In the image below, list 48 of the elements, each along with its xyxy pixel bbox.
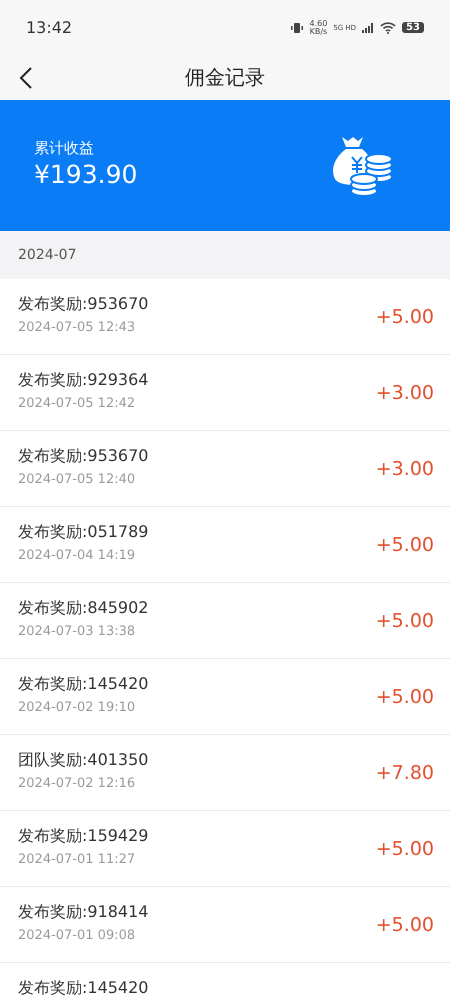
record-row[interactable]: 团队奖励:401350 2024-07-02 12:16 +7.80 — [0, 735, 450, 811]
record-title: 发布奖励:159429 — [18, 826, 148, 847]
record-time: 2024-07-01 09:08 — [18, 928, 136, 943]
status-time: 13:42 — [26, 18, 72, 37]
record-time: 2024-07-02 12:16 — [18, 776, 136, 791]
record-title: 发布奖励:953670 — [18, 446, 148, 467]
record-amount: +3.00 — [376, 458, 434, 480]
record-amount: +5.00 — [376, 686, 434, 708]
record-row[interactable]: 发布奖励:051789 2024-07-04 14:19 +5.00 — [0, 507, 450, 583]
month-header: 2024-07 — [0, 231, 450, 279]
record-title: 发布奖励:145420 — [18, 674, 148, 695]
record-time: 2024-07-04 14:19 — [18, 548, 136, 563]
record-time: 2024-07-05 12:40 — [18, 472, 136, 487]
record-title: 发布奖励:953670 — [18, 294, 148, 315]
record-row[interactable]: 发布奖励:953670 2024-07-05 12:43 +5.00 — [0, 279, 450, 355]
summary-amount: ¥193.90 — [34, 160, 138, 188]
record-title: 发布奖励:845902 — [18, 598, 148, 619]
record-title: 团队奖励:401350 — [18, 750, 148, 771]
record-time: 2024-07-05 12:42 — [18, 396, 136, 411]
record-row[interactable]: 发布奖励:953670 2024-07-05 12:40 +3.00 — [0, 431, 450, 507]
record-title: 发布奖励:929364 — [18, 370, 148, 391]
record-amount: +5.00 — [376, 534, 434, 556]
record-row[interactable]: 发布奖励:845902 2024-07-03 13:38 +5.00 — [0, 583, 450, 659]
record-row[interactable]: 发布奖励:159429 2024-07-01 11:27 +5.00 — [0, 811, 450, 887]
record-amount: +5.00 — [376, 914, 434, 936]
record-row[interactable]: 发布奖励:918414 2024-07-01 09:08 +5.00 — [0, 887, 450, 963]
page-title: 佣金记录 — [185, 64, 265, 91]
record-title: 发布奖励:145420 — [18, 978, 148, 999]
wifi-icon — [380, 22, 396, 34]
record-row[interactable]: 发布奖励:145420 — [0, 963, 450, 1000]
record-amount: +7.80 — [376, 762, 434, 784]
battery-level: 53 — [402, 22, 424, 33]
record-title: 发布奖励:051789 — [18, 522, 148, 543]
record-time: 2024-07-05 12:43 — [18, 320, 136, 335]
record-time: 2024-07-03 13:38 — [18, 624, 136, 639]
record-time: 2024-07-01 11:27 — [18, 852, 136, 867]
record-amount: +5.00 — [376, 306, 434, 328]
vibrate-icon — [290, 22, 304, 34]
record-amount: +5.00 — [376, 838, 434, 860]
network-speed: 4.60 KB/s — [310, 20, 328, 36]
signal-icon — [362, 22, 374, 32]
summary-label: 累计收益 — [34, 138, 95, 158]
record-row[interactable]: 发布奖励:929364 2024-07-05 12:42 +3.00 — [0, 355, 450, 431]
record-row[interactable]: 发布奖励:145420 2024-07-02 19:10 +5.00 — [0, 659, 450, 735]
record-amount: +3.00 — [376, 382, 434, 404]
record-title: 发布奖励:918414 — [18, 902, 148, 923]
record-time: 2024-07-02 19:10 — [18, 700, 136, 715]
record-amount: +5.00 — [376, 610, 434, 632]
